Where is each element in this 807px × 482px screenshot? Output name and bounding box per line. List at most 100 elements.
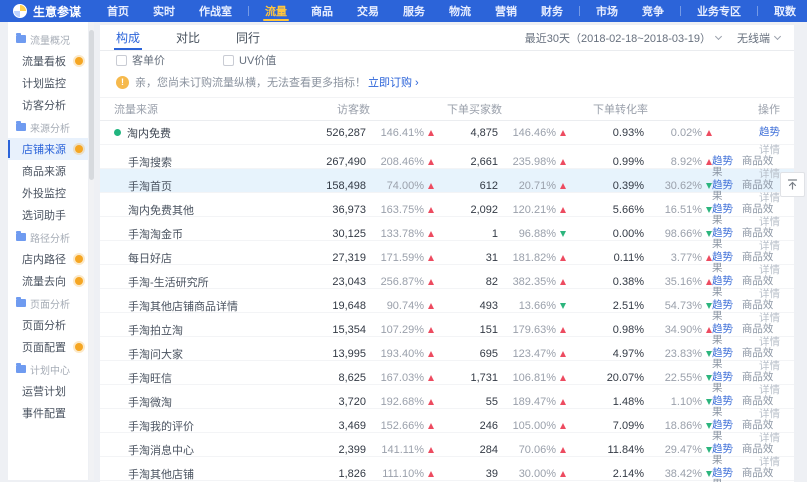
metric-checkbox[interactable]: 客单价 [116, 52, 165, 68]
sidebar-item[interactable]: 事件配置 [8, 402, 88, 424]
sidebar-item[interactable]: 流量去向 [8, 270, 88, 292]
visitors-value: 2,399 [338, 444, 366, 456]
top-nav-item[interactable]: 业务专区 [685, 0, 753, 22]
top-nav-item[interactable]: 首页 [95, 0, 141, 22]
table-row[interactable]: 手淘其他店铺 1,826 111.10% 39 30.00% 2.14% [100, 457, 794, 481]
top-nav-item[interactable]: 商品 [299, 0, 345, 22]
sidebar-item[interactable]: 页面分析 [8, 292, 88, 314]
sidebar-item[interactable]: 店内路径 [8, 248, 88, 270]
buyers-change: 106.81% [498, 372, 556, 384]
sidebar-scrollbar[interactable] [89, 22, 94, 480]
table-row[interactable]: 手淘问大家 13,995 193.40% 695 123.47% 4.97% [100, 337, 794, 361]
table-row[interactable]: 手淘我的评价 3,469 152.66% 246 105.00% 7.09% [100, 409, 794, 433]
brand[interactable]: 生意参谋 [0, 3, 95, 20]
visitors-cell: 13,995 193.40% [282, 348, 434, 360]
visitors-change: 107.29% [366, 324, 424, 336]
table-row[interactable]: 手淘-生活研究所 23,043 256.87% 82 382.35% 0.38% [100, 265, 794, 289]
sidebar-item[interactable]: 页面分析 [8, 314, 88, 336]
sycm-traffic-page: { "topnav": { "brand": "生意参谋", "items": … [0, 0, 807, 480]
sidebar-item[interactable]: 流量看板 [8, 50, 88, 72]
conversion-value: 0.38% [613, 276, 644, 288]
table-row[interactable]: 手淘其他店铺商品详情 19,648 90.74% 493 13.66% 2.51… [100, 289, 794, 313]
new-badge-dot [75, 277, 83, 285]
sidebar-item[interactable]: 运营计划 [8, 380, 88, 402]
conversion-value: 4.97% [613, 348, 644, 360]
visitors-value: 30,125 [332, 228, 366, 240]
table-row[interactable]: 淘内免费 526,287 146.41% 4,875 146.46% 0.93% [100, 121, 794, 145]
conversion-change: 16.51% [644, 204, 702, 216]
table-row[interactable]: 手淘消息中心 2,399 141.11% 284 70.06% 11.84% [100, 433, 794, 457]
sidebar-item[interactable]: 选词助手 [8, 204, 88, 226]
visitors-change: 146.41% [366, 127, 424, 139]
top-nav-item[interactable]: 服务 [391, 0, 437, 22]
sidebar-item[interactable]: 页面配置 [8, 336, 88, 358]
visitors-cell: 19,648 90.74% [282, 300, 434, 312]
scrollbar-thumb[interactable] [89, 30, 94, 180]
terminal-picker[interactable]: 无线端 [737, 30, 780, 46]
checkbox-icon[interactable] [223, 55, 234, 66]
conversion-change: 35.16% [644, 276, 702, 288]
visitors-value: 27,319 [332, 252, 366, 264]
date-range-picker[interactable]: 最近30天（2018-02-18~2018-03-19） [525, 30, 721, 46]
back-to-top-button[interactable] [780, 172, 805, 197]
sidebar-item[interactable]: 流量概况 [8, 28, 88, 50]
buyers-change: 13.66% [498, 300, 556, 312]
subscribe-link[interactable]: 立即订购 [368, 74, 419, 90]
tab[interactable]: 同行 [236, 25, 260, 50]
trend-link[interactable]: 趋势 [759, 126, 780, 138]
table-row[interactable]: 手淘旺信 8,625 167.03% 1,731 106.81% 20.07% [100, 361, 794, 385]
tabs-bar: 构成 对比 同行 最近30天（2018-02-18~2018-03-19） 无线… [100, 25, 794, 51]
sidebar-item[interactable]: 路径分析 [8, 226, 88, 248]
visitors-cell: 15,354 107.29% [282, 324, 434, 336]
tab[interactable]: 构成 [116, 25, 140, 50]
top-nav-item[interactable]: 竞争 [630, 0, 676, 22]
buyers-value: 493 [480, 300, 498, 312]
table-row[interactable]: 手淘首页 158,498 74.00% 612 20.71% 0.39% [100, 169, 794, 193]
sidebar-item[interactable]: 计划中心 [8, 358, 88, 380]
buyers-change: 105.00% [498, 420, 556, 432]
top-nav-item[interactable]: 交易 [345, 0, 391, 22]
source-name: 每日好店 [128, 250, 172, 266]
sidebar-item[interactable]: 店铺来源 [8, 138, 88, 160]
source-name: 手淘首页 [128, 178, 172, 194]
top-nav-item[interactable]: 流量 [253, 0, 299, 22]
top-nav-item[interactable]: 物流 [437, 0, 483, 22]
visitors-value: 3,720 [338, 396, 366, 408]
top-nav-item[interactable]: 营销 [483, 0, 529, 22]
checkbox-icon[interactable] [116, 55, 127, 66]
visitors-change: 152.66% [366, 420, 424, 432]
top-nav-item[interactable]: 取数 [762, 0, 807, 22]
sidebar-item[interactable]: 来源分析 [8, 116, 88, 138]
sidebar-item[interactable]: 访客分析 [8, 94, 88, 116]
buyers-change: 189.47% [498, 396, 556, 408]
folder-icon [16, 123, 26, 131]
new-badge-dot [75, 57, 83, 65]
sidebar-item[interactable]: 计划监控 [8, 72, 88, 94]
tab[interactable]: 对比 [176, 25, 200, 50]
visitors-value: 8,625 [338, 372, 366, 384]
top-nav-item[interactable]: 市场 [584, 0, 630, 22]
conversion-value: 0.11% [614, 252, 644, 264]
new-badge-dot [75, 145, 83, 153]
conversion-cell: 7.09% 18.86% [566, 420, 712, 432]
table-row[interactable]: 手淘微淘 3,720 192.68% 55 189.47% 1.48% [100, 385, 794, 409]
table-row[interactable]: 手淘拍立淘 15,354 107.29% 151 179.63% 0.98% [100, 313, 794, 337]
conversion-value: 7.09% [613, 420, 644, 432]
table-row[interactable]: 手淘淘金币 30,125 133.78% 1 96.88% 0.00% [100, 217, 794, 241]
sidebar-item[interactable]: 外投监控 [8, 182, 88, 204]
sidebar-item-label: 店铺来源 [22, 141, 66, 157]
visitors-change: 167.03% [366, 372, 424, 384]
top-nav-item[interactable]: 财务 [529, 0, 575, 22]
source-name: 手淘-生活研究所 [128, 274, 209, 290]
conversion-cell: 20.07% 22.55% [566, 372, 712, 384]
top-nav-item[interactable]: 实时 [141, 0, 187, 22]
top-nav-item[interactable]: 作战室 [187, 0, 244, 22]
sidebar-item[interactable]: 商品来源 [8, 160, 88, 182]
table-row[interactable]: 每日好店 27,319 171.59% 31 181.82% 0.11% [100, 241, 794, 265]
table-row[interactable]: 淘内免费其他 36,973 163.75% 2,092 120.21% 5.66… [100, 193, 794, 217]
buyers-cell: 1,731 106.81% [434, 372, 566, 384]
table-row[interactable]: 手淘搜索 267,490 208.46% 2,661 235.98% 0.99% [100, 145, 794, 169]
terminal-label: 无线端 [737, 30, 770, 46]
metric-checkbox[interactable]: UV价值 [223, 52, 276, 68]
buyers-value: 151 [480, 324, 498, 336]
